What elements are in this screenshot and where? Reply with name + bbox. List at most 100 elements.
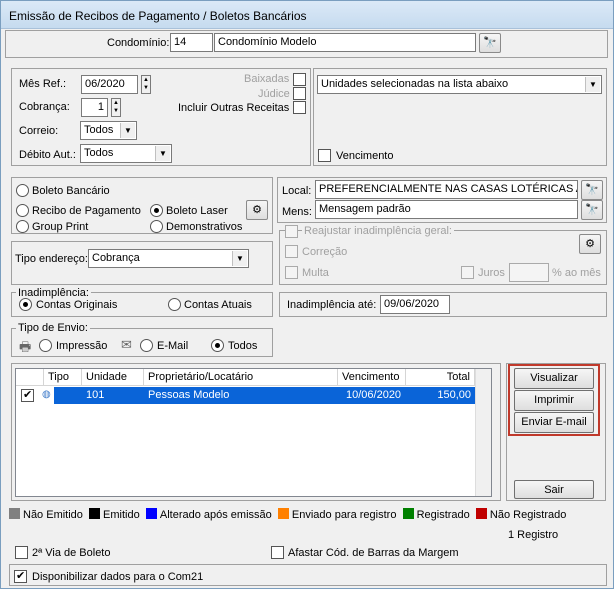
legend-label: Enviado para registro: [291, 509, 397, 521]
vencimento-checkbox[interactable]: [318, 149, 331, 162]
demonstrativos-radio[interactable]: [150, 220, 163, 233]
mes-ref-label: Mês Ref.:: [19, 78, 67, 90]
table-row[interactable]: ◍ 101 Pessoas Modelo 10/06/2020 150,00: [16, 387, 475, 404]
juros-checkbox[interactable]: [461, 266, 474, 279]
contas-atuais-label: Contas Atuais: [184, 299, 252, 311]
legend-swatch: [277, 508, 289, 519]
header-total[interactable]: Total: [406, 369, 475, 386]
condominio-label: Condomínio:: [107, 37, 170, 49]
mes-ref-input[interactable]: 06/2020: [81, 75, 138, 94]
cobranca-spinner[interactable]: ▲ ▼: [111, 98, 121, 117]
com21-checkbox[interactable]: [14, 569, 27, 583]
header-unidade[interactable]: Unidade: [82, 369, 144, 386]
email-radio[interactable]: [140, 339, 153, 352]
legend-item: Emitido: [89, 508, 140, 521]
legend-item: Não Registrado: [475, 508, 567, 521]
todos-label: Todos: [228, 340, 258, 352]
binoculars-icon[interactable]: 🔭: [479, 33, 501, 53]
recibo-label: Recibo de Pagamento: [32, 205, 141, 217]
printer-icon: 🖶: [19, 339, 32, 354]
row-checkbox[interactable]: [21, 388, 34, 402]
endereco-value: Cobrança: [92, 252, 140, 264]
baixadas-checkbox[interactable]: [293, 73, 306, 86]
visualizar-button[interactable]: Visualizar: [514, 368, 594, 389]
boleto-laser-label: Boleto Laser: [166, 205, 228, 217]
legend-label: Não Registrado: [489, 509, 567, 521]
condominio-code-input[interactable]: 14: [170, 33, 213, 52]
header-vencimento[interactable]: Vencimento: [338, 369, 406, 386]
enviar-email-button[interactable]: Enviar E-mail: [514, 412, 594, 433]
group-print-label: Group Print: [32, 221, 89, 233]
title-bar: Emissão de Recibos de Pagamento / Boleto…: [1, 1, 613, 29]
condominio-name-input[interactable]: Condomínio Modelo: [214, 33, 476, 52]
legend-label: Registrado: [416, 509, 470, 521]
legend-label: Emitido: [103, 509, 140, 521]
chevron-down-icon: ▼: [585, 77, 600, 92]
row-total: 150,00: [437, 389, 471, 401]
cobranca-input[interactable]: 1: [81, 98, 108, 117]
globe-icon: ◍: [42, 389, 51, 400]
legend-label: Não Emitido: [23, 509, 83, 521]
debito-select[interactable]: Todos ▼: [80, 144, 172, 163]
afastar-checkbox[interactable]: [271, 546, 284, 559]
local-input[interactable]: PREFERENCIALMENTE NAS CASAS LOTÉRICAS AT…: [315, 180, 578, 199]
segunda-via-checkbox[interactable]: [15, 546, 28, 559]
contas-atuais-radio[interactable]: [168, 298, 181, 311]
boleto-laser-radio[interactable]: [150, 204, 163, 217]
debito-label: Débito Aut.:: [19, 149, 76, 161]
units-table: Tipo Unidade Proprietário/Locatário Venc…: [15, 368, 492, 497]
mes-ref-spinner[interactable]: ▲ ▼: [141, 75, 151, 94]
chevron-down-icon: ▼: [120, 123, 135, 138]
baixadas-label: Baixadas: [244, 73, 290, 85]
header-tipo[interactable]: Tipo: [44, 369, 82, 386]
group-print-radio[interactable]: [16, 220, 29, 233]
correio-value: Todos: [84, 124, 114, 136]
judice-label: Júdice: [258, 88, 290, 100]
juros-unit: % ao mês: [552, 267, 601, 279]
recibo-radio[interactable]: [16, 204, 29, 217]
legend-item: Enviado para registro: [277, 508, 397, 521]
legend-swatch: [89, 508, 101, 519]
impressao-radio[interactable]: [39, 339, 52, 352]
multa-checkbox[interactable]: [285, 266, 298, 279]
mens-input[interactable]: Mensagem padrão: [315, 200, 578, 219]
judice-checkbox[interactable]: [293, 87, 306, 100]
legend-item: Registrado: [402, 508, 470, 521]
todos-radio[interactable]: [211, 339, 224, 352]
juros-input[interactable]: [509, 263, 549, 282]
incluir-checkbox[interactable]: [293, 101, 306, 114]
legend-swatch: [402, 508, 414, 519]
sair-button[interactable]: Sair: [514, 480, 594, 499]
inadimplencia-ate-input[interactable]: 09/06/2020: [380, 295, 450, 314]
contas-originais-radio[interactable]: [19, 298, 32, 311]
envelope-icon: ✉: [121, 337, 132, 352]
boleto-bancario-label: Boleto Bancário: [32, 185, 110, 197]
header-proprietario[interactable]: Proprietário/Locatário: [144, 369, 338, 386]
table-scrollbar[interactable]: [475, 369, 491, 496]
contas-originais-label: Contas Originais: [36, 299, 118, 311]
legend-swatch: [475, 508, 487, 519]
settings-icon[interactable]: ⚙: [246, 200, 268, 220]
endereco-select[interactable]: Cobrança ▼: [88, 249, 249, 268]
correcao-checkbox[interactable]: [285, 245, 298, 258]
debito-value: Todos: [84, 147, 114, 159]
unidades-select[interactable]: Unidades selecionadas na lista abaixo ▼: [317, 75, 602, 94]
cobranca-label: Cobrança:: [19, 101, 70, 113]
local-label: Local:: [282, 185, 312, 197]
window-title: Emissão de Recibos de Pagamento / Boleto…: [9, 9, 307, 23]
legend-item: Não Emitido: [9, 508, 83, 521]
legend-swatch: [145, 508, 157, 519]
settings-icon[interactable]: ⚙: [579, 234, 601, 254]
imprimir-button[interactable]: Imprimir: [514, 390, 594, 411]
binoculars-icon[interactable]: 🔭: [581, 200, 603, 220]
correio-label: Correio:: [19, 125, 59, 137]
legend-item: Alterado após emissão: [145, 508, 272, 521]
segunda-via-label: 2ª Via de Boleto: [32, 547, 111, 559]
status-legend: Não Emitido Emitido Alterado após emissã…: [9, 508, 566, 521]
reajustar-checkbox[interactable]: [285, 225, 298, 238]
demonstrativos-label: Demonstrativos: [166, 221, 243, 233]
binoculars-icon[interactable]: 🔭: [581, 180, 603, 200]
boleto-bancario-radio[interactable]: [16, 184, 29, 197]
correio-select[interactable]: Todos ▼: [80, 121, 137, 140]
inadimplencia-ate-label: Inadimplência até:: [287, 299, 377, 311]
